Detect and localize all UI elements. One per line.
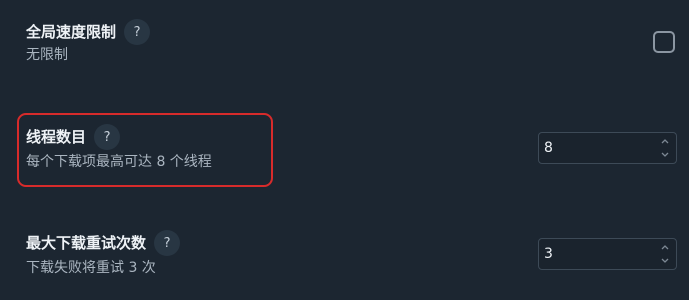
max-retries-stepper[interactable] bbox=[659, 242, 671, 266]
chevron-down-icon[interactable] bbox=[659, 255, 671, 266]
help-icon[interactable]: ? bbox=[124, 19, 151, 45]
setting-description: 下载失败将重试 3 次 bbox=[26, 260, 156, 276]
thread-count-input[interactable] bbox=[539, 133, 657, 163]
setting-global-speed-limit: 全局速度限制 ? 无限制 bbox=[0, 0, 689, 100]
setting-max-retries: 最大下载重试次数 ? 下载失败将重试 3 次 bbox=[0, 200, 689, 300]
setting-description: 无限制 bbox=[26, 47, 68, 63]
speed-limit-checkbox[interactable] bbox=[653, 31, 675, 53]
setting-title: 最大下载重试次数 bbox=[26, 234, 147, 252]
thread-count-field[interactable] bbox=[538, 132, 677, 164]
help-icon[interactable]: ? bbox=[154, 230, 181, 256]
highlight-box bbox=[17, 113, 273, 187]
setting-title-row: 最大下载重试次数 ? bbox=[26, 228, 181, 258]
setting-title-row: 全局速度限制 ? bbox=[26, 17, 151, 47]
max-retries-field[interactable] bbox=[538, 238, 677, 270]
max-retries-input[interactable] bbox=[539, 239, 657, 269]
chevron-up-icon[interactable] bbox=[659, 136, 671, 147]
setting-title: 全局速度限制 bbox=[26, 23, 117, 41]
thread-count-stepper[interactable] bbox=[659, 136, 671, 160]
chevron-up-icon[interactable] bbox=[659, 242, 671, 253]
chevron-down-icon[interactable] bbox=[659, 149, 671, 160]
